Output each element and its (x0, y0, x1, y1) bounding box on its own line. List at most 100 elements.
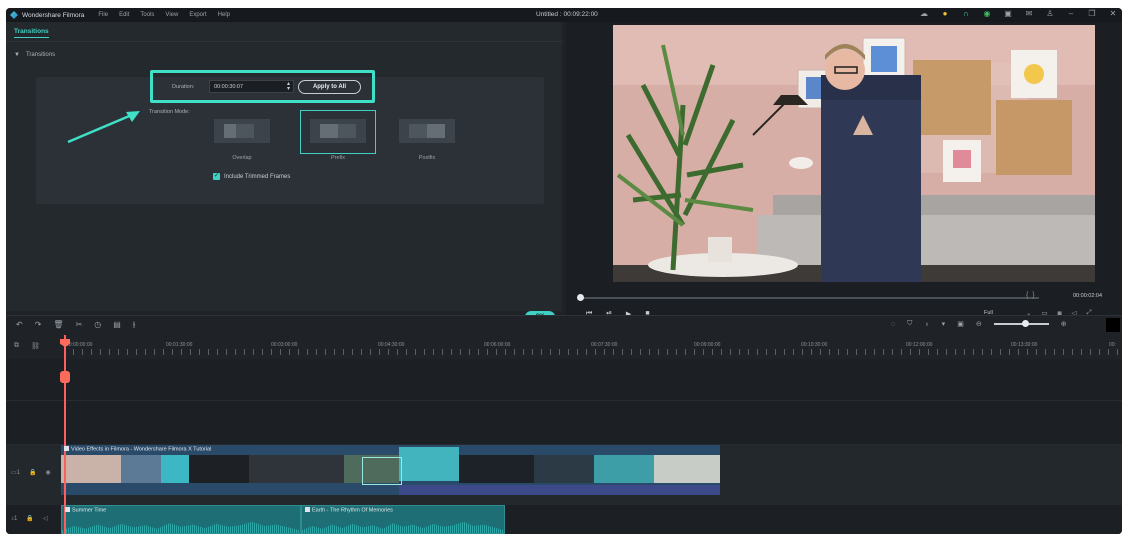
clip-thumbnail (189, 455, 249, 483)
record-icon[interactable]: ◉ (982, 9, 992, 18)
menu-export[interactable]: Export (189, 12, 206, 18)
window-controls: ☁ ● ∩ ◉ ▣ ✉ ♙ – ❐ ✕ (919, 9, 1118, 18)
audio-mixer-icon[interactable]: ⫲ (133, 320, 136, 330)
shield-icon[interactable]: ⛉ (907, 320, 912, 328)
zoom-in-icon[interactable]: ⊕ (1061, 320, 1067, 328)
speed-icon[interactable]: ◷ (94, 320, 101, 330)
title-bar: Wondershare Filmora File Edit Tools View… (6, 8, 1122, 22)
transition-marker[interactable] (362, 457, 402, 485)
link-icon[interactable]: ⛓ (31, 342, 40, 350)
app-name: Wondershare Filmora (22, 11, 85, 19)
overlap-thumbnail (214, 119, 270, 143)
audio-waveform (302, 521, 504, 533)
ruler-tools: ⧉ ⛓ (14, 342, 40, 350)
preview-frame-image (613, 25, 1095, 282)
clip-thumbnail (459, 455, 534, 483)
clip-thumbnail (61, 455, 121, 483)
ruler-label: 00:10:30:00 (801, 342, 828, 348)
menu-help[interactable]: Help (218, 12, 230, 18)
postfix-thumbnail (399, 119, 455, 143)
eye-icon[interactable]: ◉ (46, 469, 51, 476)
redo-icon[interactable]: ↷ (35, 320, 42, 330)
add-track-icon[interactable]: ⧉ (14, 342, 19, 350)
video-preview[interactable] (613, 25, 1095, 282)
mail-icon[interactable]: ✉ (1024, 9, 1034, 18)
preview-panel: { } 00:00:02:04 ⏮ ⏯ ▶ ■ Full ⌄ ▭ ◙ ◁ ⤢ (566, 22, 1122, 325)
video-clip[interactable]: Video Effects in Filmora - Wondershare F… (61, 445, 399, 495)
audio-waveform (62, 521, 300, 533)
ruler-ticks (64, 349, 1122, 355)
empty-track[interactable] (6, 359, 1122, 401)
section-header[interactable]: ▼ Transitions (14, 52, 55, 58)
render-icon[interactable]: ◌ (891, 321, 895, 328)
menu-bar: File Edit Tools View Export Help (98, 12, 230, 18)
mode-overlap[interactable]: Overlap (209, 114, 275, 162)
duration-highlight-box (150, 70, 375, 103)
ruler-label: 00:01:30:00 (166, 342, 193, 348)
ruler-label: 00:07:30:00 (591, 342, 618, 348)
lock-icon[interactable]: 🔒 (29, 469, 36, 476)
transition-settings-panel: Transitions ▼ Transitions Duration: 00:0… (6, 22, 562, 323)
cloud-icon[interactable]: ☁ (919, 9, 929, 18)
clip-audio-strip (399, 485, 720, 495)
ruler-label: 00:06:00:00 (484, 342, 511, 348)
empty-track[interactable] (6, 401, 1122, 445)
filmora-logo-icon (10, 11, 18, 19)
video-clip[interactable] (399, 445, 720, 495)
restore-icon[interactable]: ❐ (1087, 9, 1097, 18)
cut-icon[interactable]: ✂ (76, 320, 83, 330)
voiceover-icon[interactable]: ▾ (942, 320, 946, 328)
ruler-label: 00:12:00:00 (906, 342, 933, 348)
crop-icon[interactable]: ▤ (113, 320, 121, 330)
scrubber-handle[interactable] (577, 294, 584, 301)
preview-timecode: 00:00:02:04 (1073, 293, 1103, 299)
undo-icon[interactable]: ↶ (16, 320, 23, 330)
audio-clip-summer-time[interactable]: Summer Time (61, 505, 301, 534)
menu-tools[interactable]: Tools (140, 12, 154, 18)
mode-overlap-label: Overlap (232, 155, 252, 161)
ruler-label: 00:09:00:00 (694, 342, 721, 348)
minimize-icon[interactable]: – (1066, 9, 1076, 18)
video-track-header: ▭1 🔒 ◉ (6, 469, 58, 476)
video-track[interactable]: ▭1 🔒 ◉ Video Effects in Filmora - Wonder… (6, 445, 1122, 505)
menu-file[interactable]: File (98, 12, 108, 18)
panel-toggle-button[interactable] (1106, 318, 1120, 332)
close-icon[interactable]: ✕ (1108, 9, 1118, 18)
microphone-icon[interactable]: ♁ (924, 321, 929, 328)
include-trimmed-checkbox[interactable]: ✓ Include Trimmed Frames (213, 173, 290, 180)
speaker-icon[interactable]: ◁ (43, 515, 48, 522)
clip-thumbnail (654, 455, 720, 483)
audio-track-header: ♪1 🔒 ◁ (6, 515, 58, 523)
playhead-marker[interactable] (60, 371, 70, 383)
ruler-label: 00:03:00:00 (271, 342, 298, 348)
window-title: Untitled : 00:09:22:00 (536, 11, 598, 18)
caret-down-icon: ▼ (14, 52, 20, 58)
menu-edit[interactable]: Edit (119, 12, 129, 18)
playhead[interactable] (64, 335, 66, 534)
section-title: Transitions (25, 52, 56, 58)
zoom-out-icon[interactable]: ⊖ (976, 320, 982, 328)
audio-track-icon: ♪1 (11, 515, 18, 522)
audio-clip-earth[interactable]: Earth - The Rhythm Of Memories (301, 505, 505, 534)
zoom-slider[interactable] (993, 320, 1049, 327)
snapshot-timeline-icon[interactable]: ▣ (957, 320, 964, 328)
ruler-label: 00:04:30:00 (378, 342, 405, 348)
audio-clip-title: Earth - The Rhythm Of Memories (305, 507, 393, 514)
delete-icon[interactable]: 🗑 (53, 320, 63, 330)
lock-icon[interactable]: 🔒 (26, 515, 33, 522)
divider (6, 41, 562, 42)
tab-transitions[interactable]: Transitions (14, 28, 49, 38)
timeline-ruler[interactable]: ⧉ ⛓ 00:00:00:00 00:01:30:00 00:03:00:00 … (6, 335, 1122, 359)
mode-postfix[interactable]: Postfix (394, 114, 460, 162)
save-icon[interactable]: ▣ (1003, 9, 1013, 18)
bulb-icon[interactable]: ● (940, 9, 950, 18)
mark-in-out-icon[interactable]: { } (1026, 292, 1035, 299)
mode-prefix-label: Prefix (330, 155, 346, 161)
account-icon[interactable]: ♙ (1045, 9, 1055, 18)
audio-track[interactable]: ♪1 🔒 ◁ Summer Time Earth - The Rhythm Of… (6, 505, 1122, 534)
playback-scrubber[interactable] (579, 297, 1039, 299)
clip-thumbnail (534, 455, 594, 483)
menu-view[interactable]: View (165, 12, 178, 18)
headset-icon[interactable]: ∩ (961, 9, 971, 18)
selected-mode-outline (300, 110, 376, 154)
